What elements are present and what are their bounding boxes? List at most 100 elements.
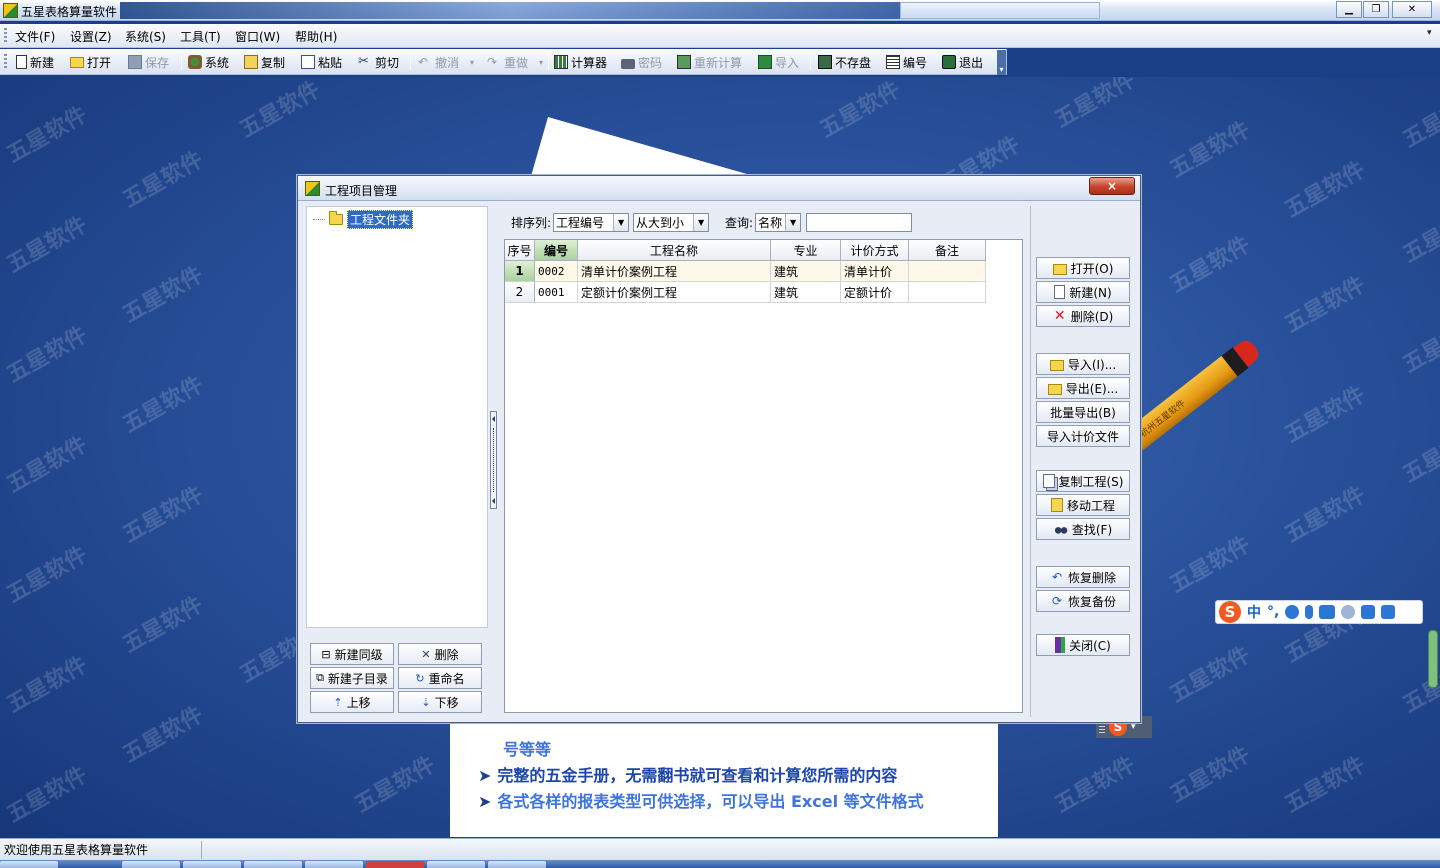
taskbar-item[interactable]: [244, 861, 302, 868]
row-note-cell[interactable]: [909, 282, 986, 303]
skin-shirt-icon[interactable]: [1361, 605, 1376, 619]
minimize-button[interactable]: ▁: [1336, 1, 1362, 18]
restore-button[interactable]: ❐: [1363, 1, 1389, 18]
delete-project-button[interactable]: ✕ 删除(D): [1036, 305, 1130, 327]
no-save-button[interactable]: 不存盘: [818, 53, 871, 71]
menu-help[interactable]: 帮助(H): [295, 28, 337, 45]
column-header-name[interactable]: 工程名称: [578, 240, 771, 261]
system-button[interactable]: 系统: [188, 53, 229, 71]
password-button[interactable]: 密码: [621, 53, 662, 71]
chevron-down-icon[interactable]: ▼: [613, 213, 629, 231]
row-name-cell[interactable]: 定额计价案例工程: [578, 282, 771, 303]
redo-dropdown-icon[interactable]: ▾: [539, 58, 543, 67]
ime-language-indicator[interactable]: 中: [1247, 602, 1261, 622]
menu-overflow-icon[interactable]: ▾: [1427, 28, 1437, 44]
column-header-discipline[interactable]: 专业: [771, 240, 841, 261]
row-name-cell[interactable]: 清单计价案例工程: [578, 261, 771, 282]
open-button[interactable]: 打开: [70, 53, 111, 71]
project-table[interactable]: 序号 编号 工程名称 专业 计价方式 备注 1 0002 清单计价案例工程 建筑…: [504, 239, 1023, 713]
row-code-cell[interactable]: 0001: [535, 282, 578, 303]
taskbar-item[interactable]: [488, 861, 546, 868]
find-project-button[interactable]: 查找(F): [1036, 518, 1130, 540]
recalculate-button[interactable]: 重新计算: [677, 53, 742, 71]
folder-tree[interactable]: 工程文件夹: [306, 206, 488, 628]
emoji-icon[interactable]: [1285, 605, 1300, 619]
user-icon[interactable]: [1341, 605, 1356, 619]
row-pricing-cell[interactable]: 定额计价: [841, 282, 909, 303]
table-row[interactable]: 1 0002 清单计价案例工程 建筑 清单计价: [505, 261, 986, 282]
open-project-button[interactable]: 打开(O): [1036, 257, 1130, 279]
microphone-icon[interactable]: [1305, 605, 1314, 619]
taskbar-item[interactable]: [122, 861, 180, 868]
menu-tools[interactable]: 工具(T): [180, 28, 221, 45]
taskbar-item[interactable]: [366, 861, 424, 868]
menu-system[interactable]: 系统(S): [125, 28, 166, 45]
move-project-button[interactable]: 移动工程: [1036, 494, 1130, 516]
toolbox-grid-icon[interactable]: [1381, 605, 1396, 619]
chevron-down-icon[interactable]: ▼: [785, 213, 801, 231]
dialog-close-button[interactable]: ×: [1089, 177, 1135, 195]
sort-column-select[interactable]: 工程编号 ▼: [553, 212, 630, 232]
sort-order-select[interactable]: 从大到小 ▼: [633, 212, 710, 232]
taskbar-item[interactable]: [427, 861, 485, 868]
redo-button[interactable]: ↷ 重做 ▾: [487, 53, 543, 71]
new-button[interactable]: 新建: [16, 53, 54, 71]
new-child-folder-button[interactable]: ⧉ 新建子目录: [310, 667, 394, 689]
taskbar-item[interactable]: [183, 861, 241, 868]
row-code-cell[interactable]: 0002: [535, 261, 578, 282]
query-field-select[interactable]: 名称 ▼: [755, 212, 802, 232]
tree-node-label[interactable]: 工程文件夹: [347, 210, 414, 229]
cut-button[interactable]: ✂ 剪切: [358, 53, 399, 71]
paste-button[interactable]: 粘贴: [301, 53, 342, 71]
save-button[interactable]: 保存: [128, 53, 169, 71]
copy-project-button[interactable]: 复制工程(S): [1036, 470, 1130, 492]
calculator-button[interactable]: 计算器: [554, 53, 607, 71]
number-button[interactable]: 编号: [886, 53, 927, 71]
ime-menu-icon[interactable]: ▾: [1131, 722, 1136, 732]
menu-window[interactable]: 窗口(W): [235, 28, 280, 45]
exit-button[interactable]: 退出: [942, 53, 983, 71]
ime-punctuation-indicator[interactable]: °,: [1267, 604, 1279, 620]
taskbar-item[interactable]: [0, 861, 58, 868]
move-up-button[interactable]: ⇡ 上移: [310, 691, 394, 713]
row-seq-cell[interactable]: 2: [505, 282, 535, 303]
import-button[interactable]: 导入: [758, 53, 799, 71]
menu-settings[interactable]: 设置(Z): [70, 28, 112, 45]
keyboard-icon[interactable]: [1319, 605, 1336, 619]
side-scroll-handle[interactable]: [1428, 630, 1438, 688]
new-sibling-button[interactable]: ⊟ 新建同级: [310, 643, 394, 665]
tree-delete-button[interactable]: ✕ 删除: [398, 643, 482, 665]
import-project-button[interactable]: 导入(I)...: [1036, 353, 1130, 375]
column-header-code[interactable]: 编号: [535, 240, 578, 261]
taskbar-item[interactable]: [305, 861, 363, 868]
table-row[interactable]: 2 0001 定额计价案例工程 建筑 定额计价: [505, 282, 986, 303]
row-discipline-cell[interactable]: 建筑: [771, 282, 841, 303]
row-seq-cell[interactable]: 1: [505, 261, 535, 282]
tree-node-root[interactable]: 工程文件夹: [313, 210, 414, 229]
close-window-button[interactable]: ✕: [1392, 1, 1432, 18]
toolbar-overflow-icon[interactable]: ▾: [997, 50, 1006, 75]
rename-button[interactable]: ↻ 重命名: [398, 667, 482, 689]
dialog-title-bar[interactable]: 工程项目管理 ×: [298, 176, 1140, 201]
undo-dropdown-icon[interactable]: ▾: [470, 58, 474, 67]
column-header-seq[interactable]: 序号: [505, 240, 535, 261]
column-header-note[interactable]: 备注: [909, 240, 986, 261]
batch-export-button[interactable]: 批量导出(B): [1036, 401, 1130, 423]
undo-button[interactable]: ↶ 撤消 ▾: [418, 53, 474, 71]
import-pricing-file-button[interactable]: 导入计价文件: [1036, 425, 1130, 447]
ime-toolbar[interactable]: S 中 °,: [1215, 600, 1423, 624]
move-down-button[interactable]: ⇣ 下移: [398, 691, 482, 713]
column-header-pricing[interactable]: 计价方式: [841, 240, 909, 261]
restore-deleted-button[interactable]: ↶ 恢复删除: [1036, 566, 1130, 588]
export-project-button[interactable]: 导出(E)...: [1036, 377, 1130, 399]
restore-backup-button[interactable]: ⟳ 恢复备份: [1036, 590, 1130, 612]
row-note-cell[interactable]: [909, 261, 986, 282]
chevron-down-icon[interactable]: ▼: [693, 213, 709, 231]
query-input[interactable]: [806, 212, 913, 232]
row-pricing-cell[interactable]: 清单计价: [841, 261, 909, 282]
close-dialog-button[interactable]: 关闭(C): [1036, 634, 1130, 656]
menu-file[interactable]: 文件(F): [15, 28, 55, 45]
pane-splitter[interactable]: [490, 411, 497, 509]
new-project-button[interactable]: 新建(N): [1036, 281, 1130, 303]
copy-button[interactable]: 复制: [244, 53, 285, 71]
